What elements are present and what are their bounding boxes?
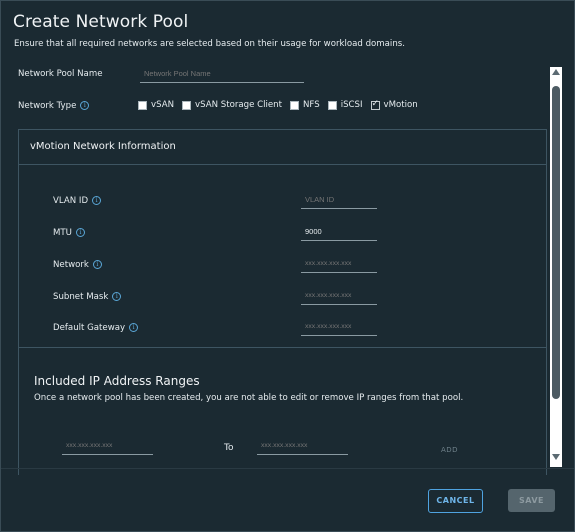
create-network-pool-dialog: Create Network Pool Ensure that all requ… — [0, 0, 575, 532]
subnet-mask-label-text: Subnet Mask — [53, 292, 109, 302]
ip-ranges-title: Included IP Address Ranges — [34, 374, 200, 388]
ip-range-to-input[interactable] — [257, 440, 348, 455]
mtu-label-text: MTU — [53, 228, 72, 238]
network-type-option-vsan[interactable]: vSAN — [138, 100, 174, 110]
info-icon[interactable]: i — [92, 260, 102, 269]
info-icon[interactable]: i — [80, 101, 90, 110]
info-icon[interactable]: i — [129, 323, 139, 332]
network-label: Network i — [53, 260, 102, 270]
subnet-mask-label: Subnet Mask i — [53, 292, 122, 302]
info-icon[interactable]: i — [112, 292, 122, 301]
network-type-option-vmotion[interactable]: vMotion — [370, 99, 418, 110]
checkbox-iscsi[interactable] — [327, 100, 337, 110]
default-gateway-input[interactable] — [301, 321, 377, 336]
ip-range-from-input[interactable] — [62, 440, 153, 455]
network-label-text: Network — [53, 260, 89, 270]
checkbox-vsan[interactable] — [138, 100, 147, 110]
scroll-up-arrow-icon[interactable] — [552, 69, 560, 75]
checkbox-vmotion[interactable] — [370, 99, 380, 110]
checkbox-vsan-label: vSAN — [151, 100, 175, 110]
checkbox-nfs[interactable] — [290, 100, 299, 110]
cancel-button[interactable]: CANCEL — [428, 489, 483, 513]
vlan-id-input[interactable] — [301, 194, 377, 209]
checkbox-nfs-label: NFS — [303, 100, 320, 110]
add-ip-range-button[interactable]: ADD — [441, 446, 458, 454]
network-type-options: vSAN vSAN Storage Client NFS iSCSI vMoti… — [138, 99, 426, 110]
info-icon[interactable]: i — [75, 228, 85, 237]
section-divider — [19, 347, 546, 348]
network-type-option-iscsi[interactable]: iSCSI — [327, 100, 363, 110]
network-type-option-vsan-storage-client[interactable]: vSAN Storage Client — [182, 100, 282, 110]
dialog-title: Create Network Pool — [13, 12, 189, 32]
info-icon[interactable]: i — [92, 196, 102, 205]
mtu-label: MTU i — [53, 228, 85, 238]
ip-range-to-label: To — [224, 443, 234, 453]
vmotion-panel-header: vMotion Network Information — [19, 130, 546, 165]
scroll-down-arrow-icon[interactable] — [552, 454, 560, 460]
checkbox-vsan-storage-client[interactable] — [182, 100, 192, 110]
checkbox-vmotion-label: vMotion — [383, 100, 418, 110]
default-gateway-label: Default Gateway i — [53, 323, 139, 333]
pool-name-label: Network Pool Name — [18, 69, 103, 79]
default-gateway-label-text: Default Gateway — [53, 323, 126, 333]
dialog-subtitle: Ensure that all required networks are se… — [14, 39, 405, 49]
vmotion-panel-title: vMotion Network Information — [30, 141, 176, 152]
checkbox-vsan-storage-client-label: vSAN Storage Client — [195, 100, 282, 110]
network-type-label: Network Type i — [18, 101, 90, 111]
scrollbar[interactable] — [550, 67, 562, 467]
mtu-input[interactable] — [301, 226, 377, 241]
vlan-id-label: VLAN ID i — [53, 196, 102, 206]
ip-ranges-description: Once a network pool has been created, yo… — [34, 393, 464, 403]
save-button[interactable]: SAVE — [508, 489, 555, 512]
pool-name-input[interactable] — [140, 68, 304, 83]
subnet-mask-input[interactable] — [301, 290, 377, 305]
scrollbar-thumb[interactable] — [552, 86, 560, 399]
checkbox-iscsi-label: iSCSI — [340, 100, 363, 110]
vlan-id-label-text: VLAN ID — [53, 196, 89, 206]
network-type-option-nfs[interactable]: NFS — [290, 100, 320, 110]
footer-divider — [1, 468, 574, 469]
network-input[interactable] — [301, 258, 377, 273]
vmotion-panel: vMotion Network Information VLAN IDi MTU… — [18, 129, 547, 475]
network-type-label-text: Network Type — [18, 101, 77, 111]
